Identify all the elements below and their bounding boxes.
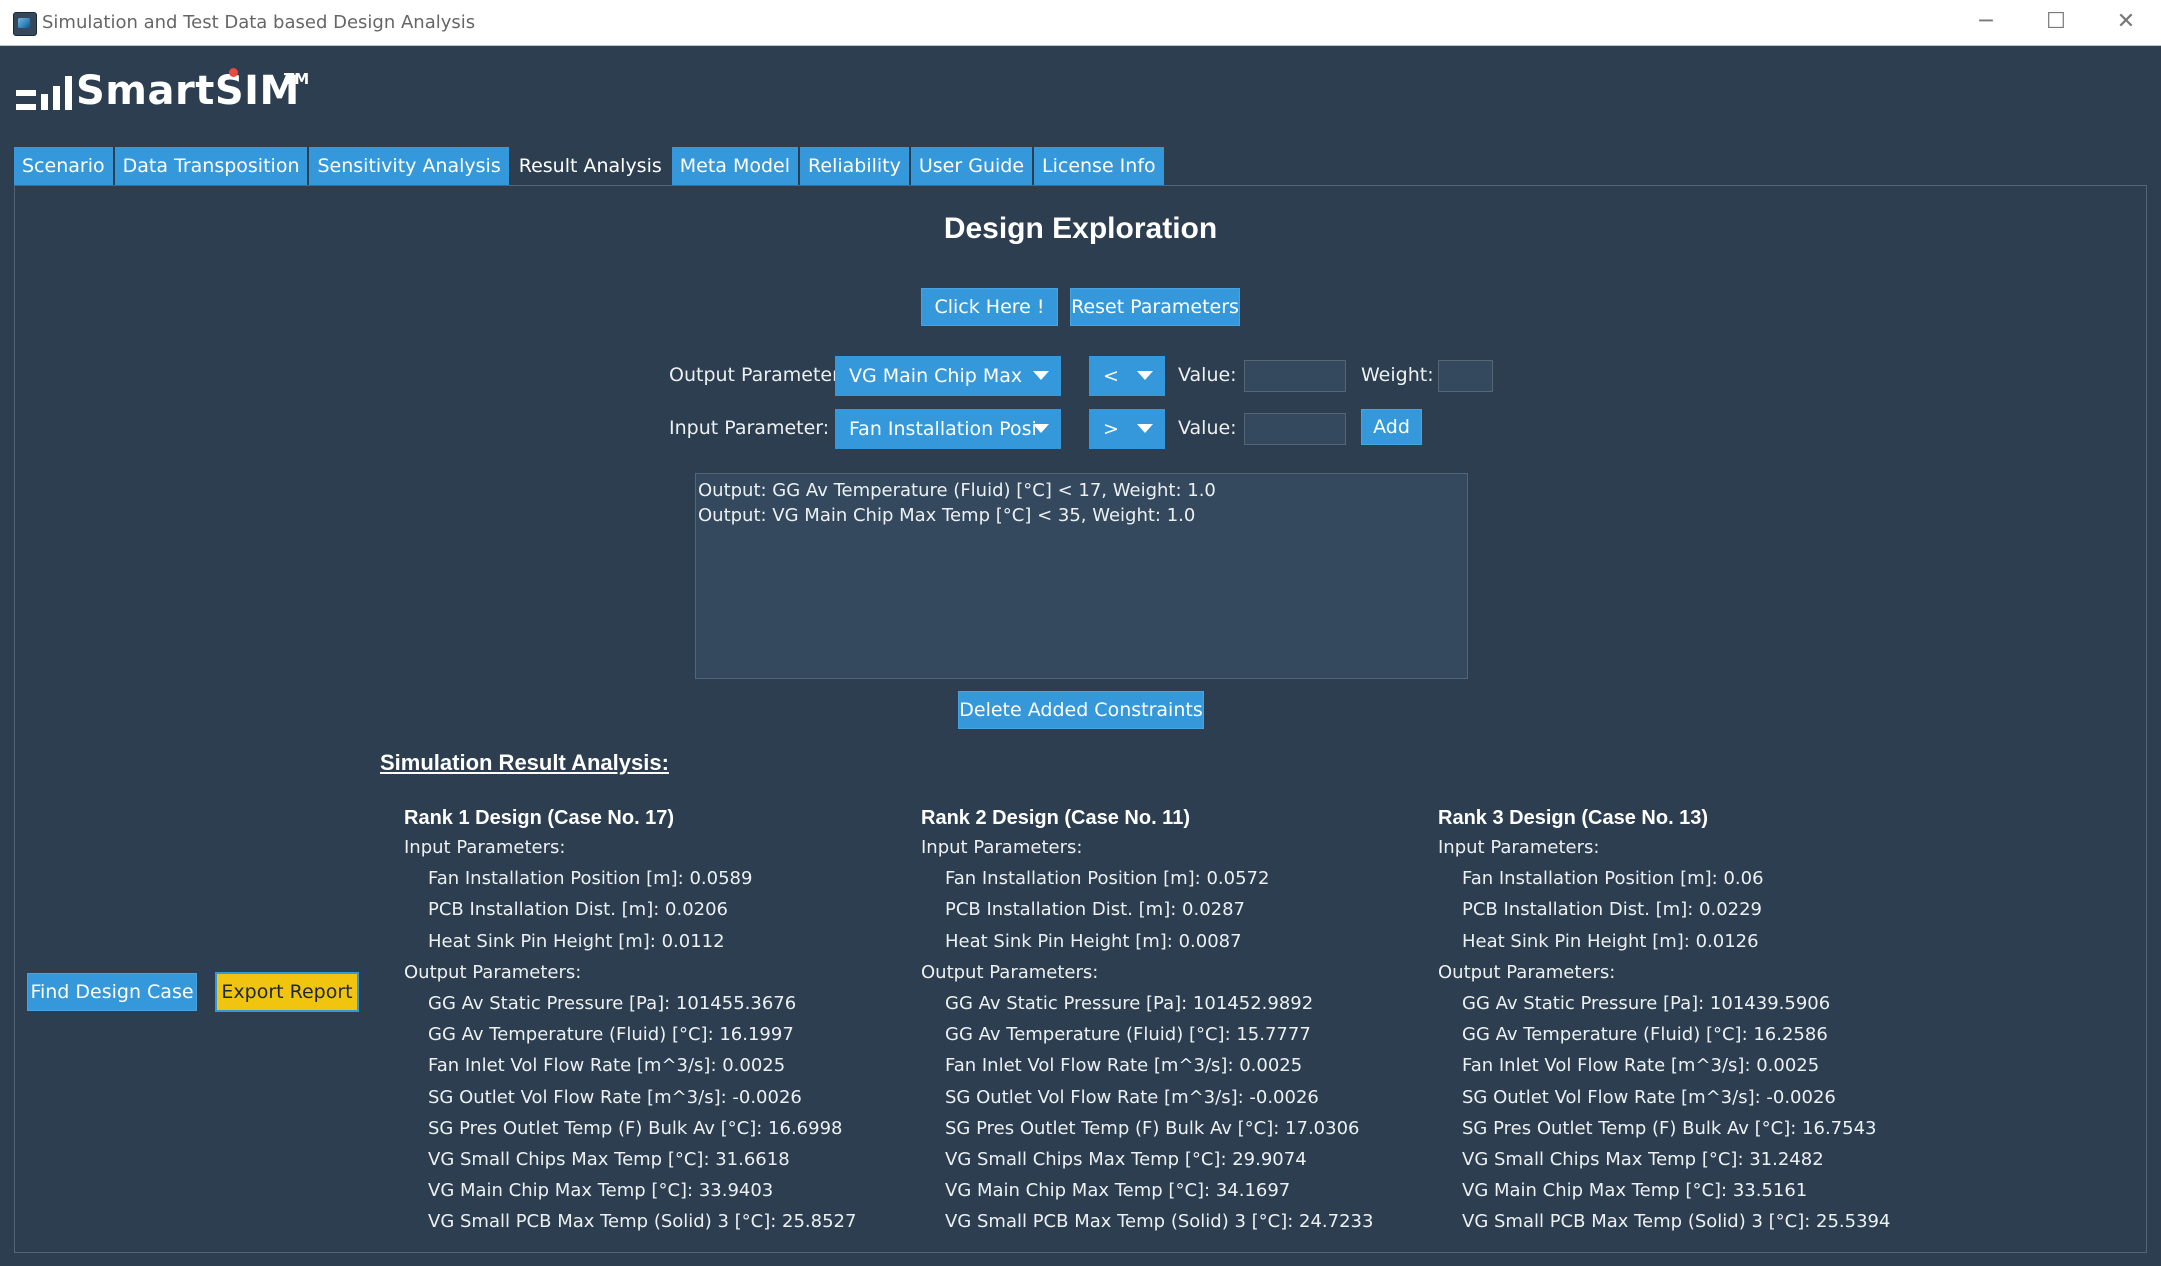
input-value-label: Value: xyxy=(1178,417,1237,439)
output-operator-value: < xyxy=(1103,365,1119,387)
reset-parameters-button[interactable]: Reset Parameters xyxy=(1070,288,1240,326)
output-parameter-row: VG Small PCB Max Temp (Solid) 3 [°C]: 24… xyxy=(945,1211,1374,1233)
chevron-down-icon xyxy=(1033,424,1049,433)
maximize-icon[interactable]: ☐ xyxy=(2022,0,2090,46)
output-parameters-header: Output Parameters: xyxy=(404,961,582,983)
input-parameters-header: Input Parameters: xyxy=(921,837,1083,858)
simulation-result-title: Simulation Result Analysis: xyxy=(380,750,669,775)
output-value-input[interactable] xyxy=(1244,360,1346,392)
output-parameter-row: VG Main Chip Max Temp [°C]: 33.5161 xyxy=(1462,1180,1808,1202)
output-operator-dropdown[interactable]: < xyxy=(1089,356,1165,396)
rank-1-design: Rank 1 Design (Case No. 17) Input Parame… xyxy=(404,804,904,1237)
output-parameter-row: VG Main Chip Max Temp [°C]: 33.9403 xyxy=(428,1180,774,1202)
chevron-down-icon xyxy=(1137,424,1153,433)
rank-3-design: Rank 3 Design (Case No. 13) Input Parame… xyxy=(1438,804,1938,1237)
logo-dot xyxy=(229,68,238,77)
input-parameter-row: Fan Installation Position [m]: 0.0572 xyxy=(945,868,1270,890)
logo-trademark: TM xyxy=(284,70,310,88)
app-icon xyxy=(13,12,37,36)
output-parameter-dropdown[interactable]: VG Main Chip Max xyxy=(835,356,1061,396)
input-parameter-label: Input Parameter: xyxy=(669,417,830,439)
logo-bars-icon xyxy=(14,64,74,116)
output-parameter-row: VG Small PCB Max Temp (Solid) 3 [°C]: 25… xyxy=(1462,1211,1891,1233)
output-parameter-row: VG Small Chips Max Temp [°C]: 31.2482 xyxy=(1462,1148,1824,1170)
output-parameters-header: Output Parameters: xyxy=(1438,961,1616,983)
input-parameter-row: Heat Sink Pin Height [m]: 0.0087 xyxy=(945,930,1242,952)
output-parameter-label: Output Parameter: xyxy=(669,364,846,386)
click-here-button[interactable]: Click Here ! xyxy=(921,288,1058,326)
input-operator-value: > xyxy=(1103,418,1119,440)
add-constraint-button[interactable]: Add xyxy=(1361,409,1422,445)
output-parameter-row: GG Av Static Pressure [Pa]: 101455.3676 xyxy=(428,992,797,1014)
constraints-list[interactable]: Output: GG Av Temperature (Fluid) [°C] <… xyxy=(695,473,1468,679)
output-parameter-row: SG Outlet Vol Flow Rate [m^3/s]: -0.0026 xyxy=(1462,1086,1836,1108)
input-operator-dropdown[interactable]: > xyxy=(1089,409,1165,449)
window-title: Simulation and Test Data based Design An… xyxy=(42,12,476,33)
output-parameter-row: SG Outlet Vol Flow Rate [m^3/s]: -0.0026 xyxy=(945,1086,1319,1108)
output-parameter-row: GG Av Static Pressure [Pa]: 101439.5906 xyxy=(1462,992,1831,1014)
output-parameter-row: VG Main Chip Max Temp [°C]: 34.1697 xyxy=(945,1180,1291,1202)
minimize-icon[interactable]: ─ xyxy=(1952,0,2020,46)
weight-label: Weight: xyxy=(1361,364,1434,386)
input-parameters-header: Input Parameters: xyxy=(1438,837,1600,858)
input-parameter-row: PCB Installation Dist. [m]: 0.0206 xyxy=(428,899,728,921)
input-parameters-header: Input Parameters: xyxy=(404,837,566,858)
input-parameter-row: Fan Installation Position [m]: 0.0589 xyxy=(428,868,753,890)
output-parameter-row: Fan Inlet Vol Flow Rate [m^3/s]: 0.0025 xyxy=(945,1055,1303,1077)
input-parameter-row: Heat Sink Pin Height [m]: 0.0126 xyxy=(1462,930,1759,952)
chevron-down-icon xyxy=(1033,371,1049,380)
tab-scenario[interactable]: Scenario xyxy=(14,147,113,185)
export-report-button[interactable]: Export Report xyxy=(215,972,359,1012)
output-parameter-row: SG Pres Outlet Temp (F) Bulk Av [°C]: 17… xyxy=(945,1117,1360,1139)
output-parameter-row: GG Av Static Pressure [Pa]: 101452.9892 xyxy=(945,992,1314,1014)
output-value-label: Value: xyxy=(1178,364,1237,386)
output-parameter-row: GG Av Temperature (Fluid) [°C]: 16.1997 xyxy=(428,1024,794,1046)
rank-title: Rank 3 Design (Case No. 13) xyxy=(1438,807,1709,829)
window-titlebar: Simulation and Test Data based Design An… xyxy=(0,0,2161,46)
output-parameter-row: GG Av Temperature (Fluid) [°C]: 16.2586 xyxy=(1462,1024,1828,1046)
output-parameter-value: VG Main Chip Max xyxy=(849,365,1023,387)
tab-sensitivity-analysis[interactable]: Sensitivity Analysis xyxy=(309,147,509,185)
input-parameter-value: Fan Installation Posi xyxy=(849,418,1037,440)
tab-reliability[interactable]: Reliability xyxy=(800,147,909,185)
output-parameter-row: VG Small Chips Max Temp [°C]: 29.9074 xyxy=(945,1148,1307,1170)
output-parameter-row: Fan Inlet Vol Flow Rate [m^3/s]: 0.0025 xyxy=(1462,1055,1820,1077)
tab-user-guide[interactable]: User Guide xyxy=(910,147,1033,185)
logo-text: SmartSIM xyxy=(76,68,300,114)
rank-title: Rank 2 Design (Case No. 11) xyxy=(921,807,1190,829)
output-parameter-row: VG Small PCB Max Temp (Solid) 3 [°C]: 25… xyxy=(428,1211,857,1233)
output-parameter-row: SG Pres Outlet Temp (F) Bulk Av [°C]: 16… xyxy=(1462,1117,1877,1139)
output-parameter-row: SG Pres Outlet Temp (F) Bulk Av [°C]: 16… xyxy=(428,1117,843,1139)
output-parameter-row: VG Small Chips Max Temp [°C]: 31.6618 xyxy=(428,1148,790,1170)
chevron-down-icon xyxy=(1137,371,1153,380)
tab-license-info[interactable]: License Info xyxy=(1034,147,1164,185)
input-parameter-dropdown[interactable]: Fan Installation Posi xyxy=(835,409,1061,449)
list-item[interactable]: Output: GG Av Temperature (Fluid) [°C] <… xyxy=(698,478,1465,503)
weight-input[interactable] xyxy=(1438,360,1493,392)
tab-meta-model[interactable]: Meta Model xyxy=(671,147,799,185)
tab-data-transposition[interactable]: Data Transposition xyxy=(114,147,308,185)
rank-title: Rank 1 Design (Case No. 17) xyxy=(404,807,675,829)
output-parameters-header: Output Parameters: xyxy=(921,961,1099,983)
input-parameter-row: Heat Sink Pin Height [m]: 0.0112 xyxy=(428,930,725,952)
rank-2-design: Rank 2 Design (Case No. 11) Input Parame… xyxy=(921,804,1421,1237)
list-item[interactable]: Output: VG Main Chip Max Temp [°C] < 35,… xyxy=(698,503,1465,528)
output-parameter-row: Fan Inlet Vol Flow Rate [m^3/s]: 0.0025 xyxy=(428,1055,786,1077)
output-parameter-row: SG Outlet Vol Flow Rate [m^3/s]: -0.0026 xyxy=(428,1086,802,1108)
input-value-input[interactable] xyxy=(1244,413,1346,445)
design-exploration-title: Design Exploration xyxy=(943,212,1218,245)
input-parameter-row: PCB Installation Dist. [m]: 0.0287 xyxy=(945,899,1245,921)
input-parameter-row: PCB Installation Dist. [m]: 0.0229 xyxy=(1462,899,1762,921)
output-parameter-row: GG Av Temperature (Fluid) [°C]: 15.7777 xyxy=(945,1024,1311,1046)
close-icon[interactable]: ✕ xyxy=(2092,0,2160,46)
tab-bar: Scenario Data Transposition Sensitivity … xyxy=(14,147,1166,185)
input-parameter-row: Fan Installation Position [m]: 0.06 xyxy=(1462,868,1764,890)
delete-constraints-button[interactable]: Delete Added Constraints xyxy=(958,691,1204,729)
tab-result-analysis[interactable]: Result Analysis xyxy=(510,147,670,185)
find-design-case-button[interactable]: Find Design Case xyxy=(27,973,197,1011)
